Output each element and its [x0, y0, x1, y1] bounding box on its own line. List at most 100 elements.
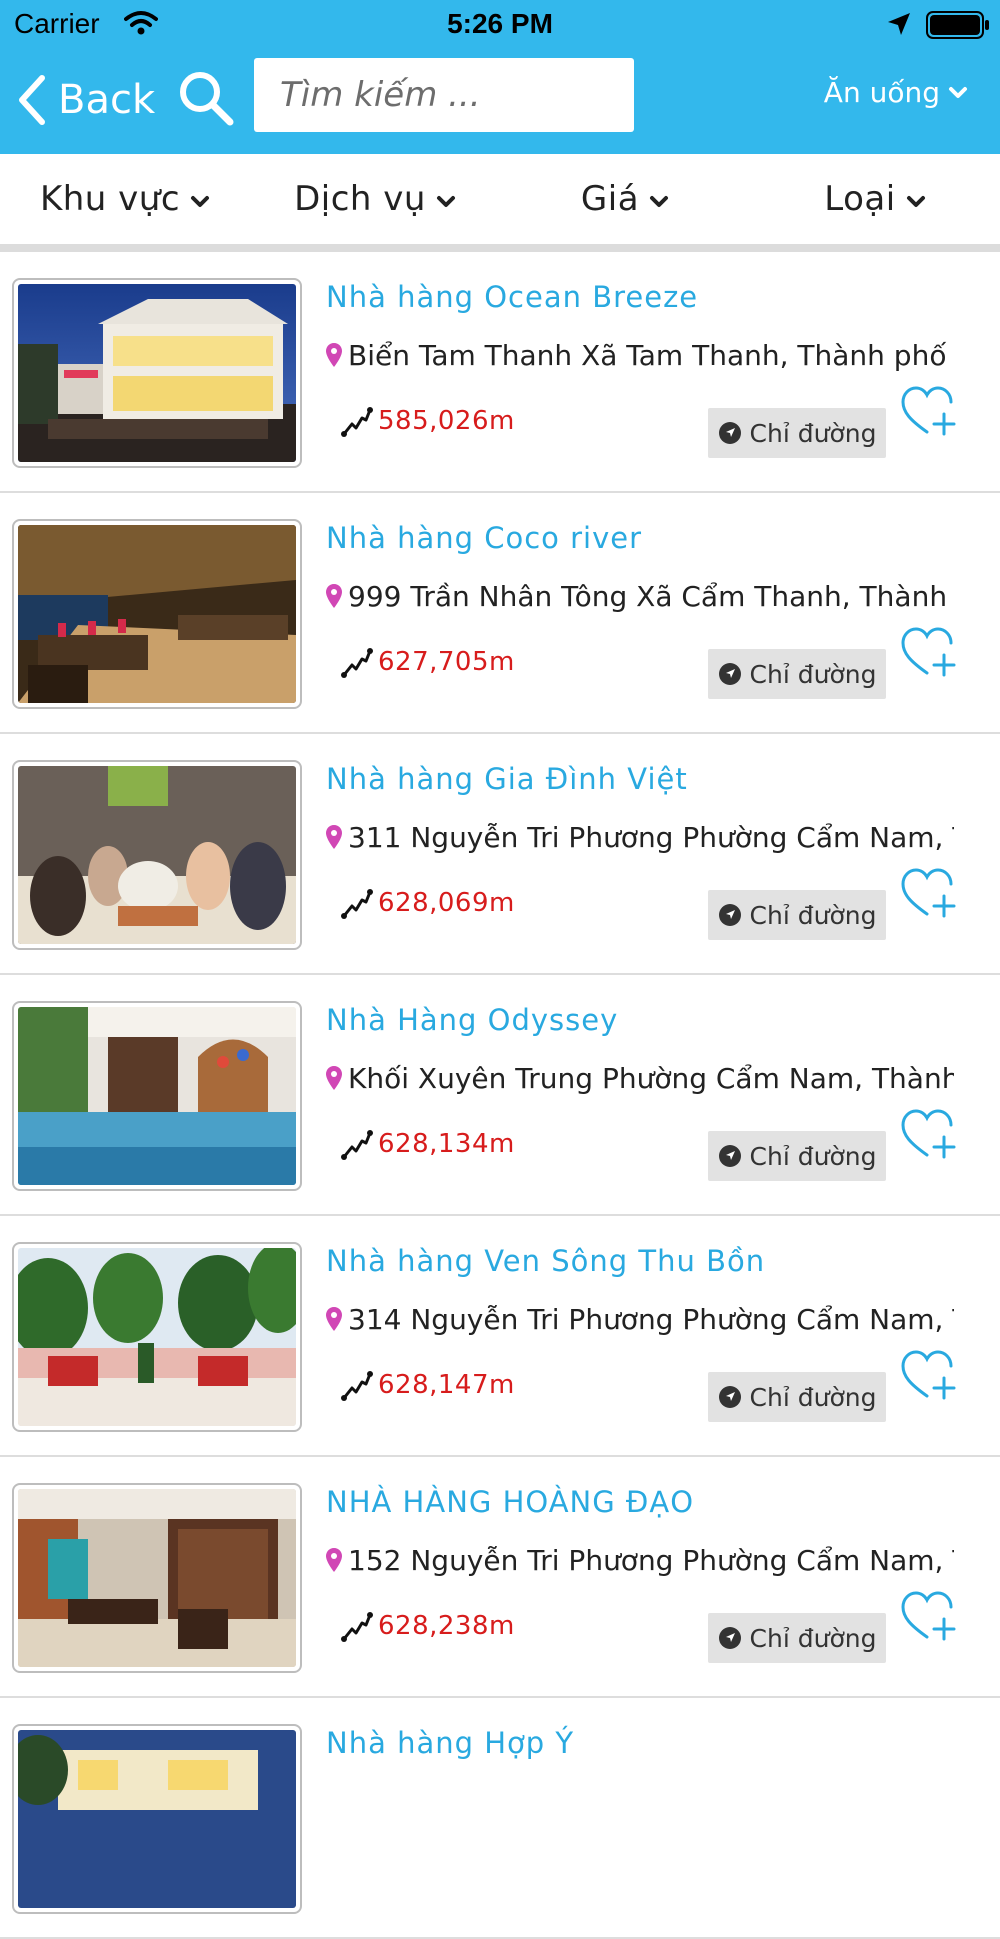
- restaurant-thumbnail: [12, 1242, 302, 1432]
- category-label: Ăn uống: [823, 76, 940, 109]
- search-input[interactable]: [254, 58, 634, 132]
- restaurant-distance: 628,069m: [340, 886, 515, 920]
- favorite-add-icon[interactable]: [900, 866, 958, 920]
- restaurant-list: Nhà hàng Ocean Breeze Biển Tam Thanh Xã …: [0, 252, 1000, 1939]
- favorite-add-icon[interactable]: [900, 1348, 958, 1402]
- filter-label: Loại: [824, 179, 896, 219]
- chevron-down-icon: [906, 196, 925, 207]
- navigation-icon: [718, 1627, 741, 1649]
- address-text: 152 Nguyễn Tri Phương Phường Cẩm Nam, Th…: [348, 1543, 954, 1577]
- list-item[interactable]: Nhà hàng Hợp Ý: [0, 1698, 1000, 1939]
- directions-button[interactable]: Chỉ đường: [708, 1372, 886, 1422]
- distance-text: 628,238m: [378, 1611, 515, 1641]
- list-item[interactable]: Nhà hàng Ocean Breeze Biển Tam Thanh Xã …: [0, 252, 1000, 493]
- route-icon: [341, 407, 373, 437]
- restaurant-thumbnail: [12, 1724, 302, 1914]
- filter-label: Giá: [580, 179, 640, 219]
- distance-text: 585,026m: [378, 406, 515, 436]
- restaurant-address: 311 Nguyễn Tri Phương Phường Cẩm Nam, Th…: [326, 816, 954, 858]
- chevron-left-icon: [19, 75, 45, 125]
- location-pin-icon: [326, 584, 342, 608]
- location-pin-icon: [326, 1066, 342, 1090]
- directions-button[interactable]: Chỉ đường: [708, 890, 886, 940]
- favorite-add-icon[interactable]: [900, 1107, 958, 1161]
- search-icon[interactable]: [176, 68, 236, 128]
- route-icon: [341, 889, 373, 919]
- directions-label: Chỉ đường: [749, 1623, 877, 1653]
- status-time: 5:26 PM: [447, 8, 553, 39]
- chevron-down-icon: [191, 196, 210, 207]
- directions-label: Chỉ đường: [749, 1141, 877, 1171]
- address-text: Biển Tam Thanh Xã Tam Thanh, Thành phố T…: [348, 338, 954, 372]
- location-pin-icon: [326, 1307, 342, 1331]
- chevron-down-icon: [650, 196, 669, 207]
- list-item[interactable]: Nhà hàng Gia Đình Việt 311 Nguyễn Tri Ph…: [0, 734, 1000, 975]
- back-button[interactable]: Back: [16, 70, 155, 130]
- directions-button[interactable]: Chỉ đường: [708, 649, 886, 699]
- navigation-icon: [718, 904, 741, 926]
- restaurant-address: 314 Nguyễn Tri Phương Phường Cẩm Nam, Th…: [326, 1298, 954, 1340]
- favorite-add-icon[interactable]: [900, 1589, 958, 1643]
- restaurant-thumbnail: [12, 1001, 302, 1191]
- restaurant-name: Nhà Hàng Odyssey: [326, 1003, 619, 1037]
- restaurant-thumbnail: [12, 1483, 302, 1673]
- category-dropdown[interactable]: Ăn uống: [824, 76, 968, 109]
- nav-bar: Back Ăn uống: [0, 48, 1000, 154]
- directions-label: Chỉ đường: [749, 900, 877, 930]
- directions-button[interactable]: Chỉ đường: [708, 1613, 886, 1663]
- location-pin-icon: [326, 343, 342, 367]
- restaurant-distance: 585,026m: [340, 404, 515, 438]
- list-item[interactable]: Nhà hàng Coco river 999 Trần Nhân Tông X…: [0, 493, 1000, 734]
- restaurant-name: Nhà hàng Ven Sông Thu Bồn: [326, 1244, 766, 1278]
- favorite-add-icon[interactable]: [900, 384, 958, 438]
- restaurant-name: Nhà hàng Hợp Ý: [326, 1726, 575, 1760]
- filter-bar: Khu vực Dịch vụ Giá Loại: [0, 154, 1000, 244]
- list-item[interactable]: Nhà Hàng Odyssey Khối Xuyên Trung Phường…: [0, 975, 1000, 1216]
- restaurant-name: Nhà hàng Ocean Breeze: [326, 280, 699, 314]
- address-text: 311 Nguyễn Tri Phương Phường Cẩm Nam, Th…: [348, 820, 954, 854]
- filter-type[interactable]: Loại: [750, 154, 1000, 244]
- directions-label: Chỉ đường: [749, 659, 877, 689]
- favorite-add-icon[interactable]: [900, 625, 958, 679]
- distance-text: 627,705m: [378, 647, 515, 677]
- restaurant-address: 152 Nguyễn Tri Phương Phường Cẩm Nam, Th…: [326, 1539, 954, 1581]
- restaurant-distance: 628,134m: [340, 1127, 515, 1161]
- restaurant-thumbnail: [12, 278, 302, 468]
- location-pin-icon: [326, 1548, 342, 1572]
- distance-text: 628,134m: [378, 1129, 515, 1159]
- address-text: 999 Trần Nhân Tông Xã Cẩm Thanh, Thành p…: [348, 579, 954, 613]
- restaurant-address: Khối Xuyên Trung Phường Cẩm Nam, Thành p…: [326, 1057, 954, 1099]
- list-item[interactable]: Nhà hàng Ven Sông Thu Bồn 314 Nguyễn Tri…: [0, 1216, 1000, 1457]
- route-icon: [341, 648, 373, 678]
- address-text: 314 Nguyễn Tri Phương Phường Cẩm Nam, Th…: [348, 1302, 954, 1336]
- back-label: Back: [58, 77, 156, 123]
- restaurant-distance: 628,238m: [340, 1609, 515, 1643]
- navigation-icon: [718, 663, 741, 685]
- distance-text: 628,147m: [378, 1370, 515, 1400]
- filter-service[interactable]: Dịch vụ: [250, 154, 500, 244]
- directions-button[interactable]: Chỉ đường: [708, 1131, 886, 1181]
- list-item[interactable]: NHÀ HÀNG HOÀNG ĐẠO 152 Nguyễn Tri Phương…: [0, 1457, 1000, 1698]
- navigation-icon: [718, 1386, 741, 1408]
- restaurant-thumbnail: [12, 760, 302, 950]
- filter-label: Dịch vụ: [294, 179, 426, 219]
- distance-text: 628,069m: [378, 888, 515, 918]
- restaurant-name: NHÀ HÀNG HOÀNG ĐẠO: [326, 1485, 695, 1519]
- navigation-icon: [718, 422, 741, 444]
- restaurant-thumbnail: [12, 519, 302, 709]
- route-icon: [341, 1130, 373, 1160]
- route-icon: [341, 1612, 373, 1642]
- filter-area[interactable]: Khu vực: [0, 154, 250, 244]
- filter-price[interactable]: Giá: [500, 154, 750, 244]
- location-arrow-icon: [886, 11, 912, 41]
- restaurant-name: Nhà hàng Coco river: [326, 521, 643, 555]
- restaurant-distance: 628,147m: [340, 1368, 515, 1402]
- navigation-icon: [718, 1145, 741, 1167]
- directions-label: Chỉ đường: [749, 1382, 877, 1412]
- location-pin-icon: [326, 825, 342, 849]
- directions-button[interactable]: Chỉ đường: [708, 408, 886, 458]
- search-box: [254, 58, 634, 132]
- chevron-down-icon: [436, 196, 455, 207]
- filter-divider: [0, 244, 1000, 252]
- chevron-down-icon: [949, 86, 967, 98]
